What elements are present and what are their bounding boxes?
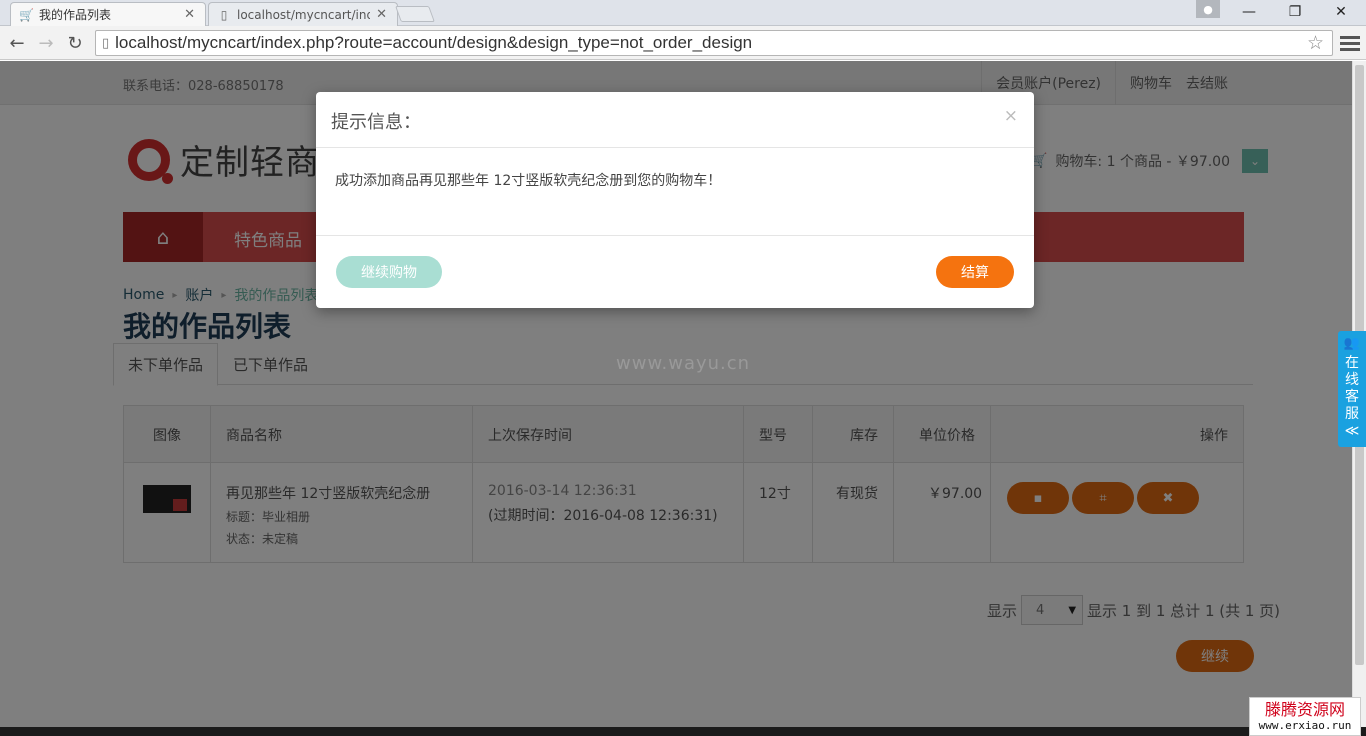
dialog-footer: 继续购物 结算 bbox=[316, 236, 1034, 308]
checkout-button[interactable]: 结算 bbox=[936, 256, 1014, 288]
watermark-text: www.wayu.cn bbox=[616, 353, 751, 374]
browser-tabbar: 🛒 我的作品列表 ✕ ▯ localhost/mycncart/inde ✕ ●… bbox=[0, 0, 1366, 26]
browser-toolbar: ← → ↻ ▯ localhost/mycncart/index.php?rou… bbox=[0, 26, 1366, 60]
support-char-4: 服 bbox=[1345, 406, 1359, 422]
back-arrow-icon[interactable]: ← bbox=[5, 31, 29, 55]
minimize-button[interactable]: — bbox=[1226, 0, 1272, 24]
browser-tab-active[interactable]: 🛒 我的作品列表 ✕ bbox=[10, 2, 206, 26]
support-char-2: 线 bbox=[1345, 372, 1359, 388]
page-icon: ▯ bbox=[220, 7, 228, 22]
dialog-title: 提示信息： bbox=[331, 112, 421, 133]
badge-name: 滕腾资源网 bbox=[1264, 700, 1345, 719]
close-icon[interactable]: ✕ bbox=[184, 7, 195, 22]
reload-icon[interactable]: ↻ bbox=[63, 31, 87, 55]
collapse-arrow-icon: ≪ bbox=[1344, 423, 1360, 439]
menu-icon[interactable] bbox=[1340, 31, 1360, 55]
url-text: localhost/mycncart/index.php?route=accou… bbox=[115, 33, 753, 52]
bookmark-star-icon[interactable]: ☆ bbox=[1307, 32, 1324, 54]
page-viewport: 联系电话：028-68850178 会员账户(Perez) 购物车 去结账 定制… bbox=[0, 61, 1366, 727]
window-close-button[interactable]: ✕ bbox=[1318, 0, 1364, 24]
close-icon[interactable]: × bbox=[1004, 106, 1018, 126]
profile-icon[interactable]: ● bbox=[1196, 0, 1220, 18]
restore-button[interactable]: ❐ bbox=[1272, 0, 1318, 24]
badge-url: www.erxiao.run bbox=[1258, 719, 1352, 732]
address-bar[interactable]: ▯ localhost/mycncart/index.php?route=acc… bbox=[95, 30, 1333, 56]
corner-watermark: 滕腾资源网 www.erxiao.run bbox=[1249, 697, 1361, 736]
cart-icon: 🛒 bbox=[19, 7, 34, 22]
support-char-1: 在 bbox=[1345, 355, 1359, 371]
dialog-body: 成功添加商品再见那些年 12寸竖版软壳纪念册到您的购物车！ bbox=[316, 148, 1034, 236]
dialog-header: 提示信息： × bbox=[316, 92, 1034, 148]
forward-arrow-icon[interactable]: → bbox=[34, 31, 58, 55]
support-char-3: 客 bbox=[1345, 389, 1359, 405]
new-tab-button[interactable] bbox=[395, 6, 435, 22]
page-icon: ▯ bbox=[102, 35, 110, 51]
dialog-message: 成功添加商品再见那些年 12寸竖版软壳纪念册到您的购物车！ bbox=[335, 173, 722, 189]
notice-dialog: 提示信息： × 成功添加商品再见那些年 12寸竖版软壳纪念册到您的购物车！ 继续… bbox=[316, 92, 1034, 308]
people-icon: 👥 bbox=[1343, 336, 1361, 351]
os-taskbar bbox=[0, 727, 1366, 736]
online-support-widget[interactable]: 👥 在 线 客 服 ≪ bbox=[1338, 331, 1366, 447]
close-icon[interactable]: ✕ bbox=[376, 7, 387, 22]
tab-title: 我的作品列表 bbox=[39, 8, 112, 22]
continue-shopping-button[interactable]: 继续购物 bbox=[336, 256, 442, 288]
tab-title: localhost/mycncart/inde bbox=[237, 7, 371, 22]
browser-tab-inactive[interactable]: ▯ localhost/mycncart/inde ✕ bbox=[208, 2, 398, 26]
